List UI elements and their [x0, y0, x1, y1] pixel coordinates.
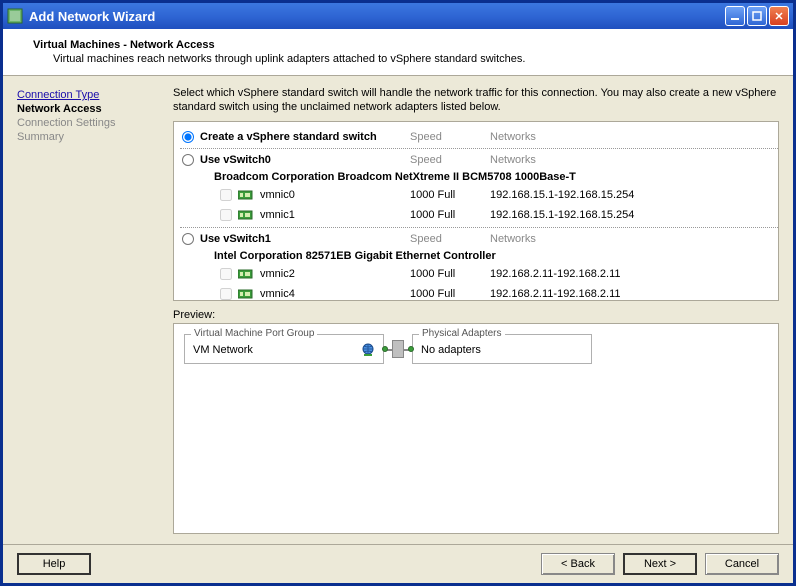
physical-adapters-box: Physical Adapters No adapters	[412, 334, 592, 364]
wizard-body: Connection Type Network Access Connectio…	[3, 76, 793, 544]
nic-checkbox[interactable]	[220, 268, 232, 280]
radio-create-switch[interactable]	[182, 131, 194, 143]
nav-step-network-access: Network Access	[17, 102, 163, 116]
nic-name: vmnic4	[260, 288, 410, 300]
app-icon	[7, 8, 23, 24]
preview-diagram: Virtual Machine Port Group VM Network P	[184, 334, 768, 364]
wizard-window: Add Network Wizard Virtual Machines - Ne…	[0, 0, 796, 586]
wizard-footer: Help < Back Next > Cancel	[3, 544, 793, 583]
window-title: Add Network Wizard	[29, 9, 725, 24]
nic-name: vmnic2	[260, 268, 410, 280]
adapter-group-title: Intel Corporation 82571EB Gigabit Ethern…	[214, 248, 778, 264]
nic-row: vmnic1 1000 Full 192.168.15.1-192.168.15…	[180, 205, 778, 225]
option-label: Use vSwitch0	[200, 154, 410, 166]
col-header-speed: Speed	[410, 233, 490, 245]
cancel-button[interactable]: Cancel	[705, 553, 779, 575]
divider	[180, 148, 778, 149]
nic-networks: 192.168.2.11-192.168.2.11	[490, 288, 621, 300]
nic-row: vmnic0 1000 Full 192.168.15.1-192.168.15…	[180, 185, 778, 205]
nic-row: vmnic2 1000 Full 192.168.2.11-192.168.2.…	[180, 264, 778, 284]
back-button[interactable]: < Back	[541, 553, 615, 575]
nic-checkbox[interactable]	[220, 189, 232, 201]
minimize-button[interactable]	[725, 6, 745, 26]
col-header-networks: Networks	[490, 154, 536, 166]
nic-icon	[238, 288, 254, 300]
preview-panel: Virtual Machine Port Group VM Network P	[173, 323, 779, 534]
col-header-networks: Networks	[490, 233, 536, 245]
globe-icon	[361, 343, 375, 357]
nic-speed: 1000 Full	[410, 189, 490, 201]
nic-icon	[238, 268, 254, 280]
divider	[180, 227, 778, 228]
option-label: Use vSwitch1	[200, 233, 410, 245]
nav-step-connection-settings: Connection Settings	[17, 116, 163, 130]
radio-use-vswitch1[interactable]	[182, 233, 194, 245]
help-button[interactable]: Help	[17, 553, 91, 575]
switch-selection-panel[interactable]: Create a vSphere standard switch Speed N…	[173, 121, 779, 301]
close-button[interactable]	[769, 6, 789, 26]
nic-networks: 192.168.15.1-192.168.15.254	[490, 209, 634, 221]
nic-speed: 1000 Full	[410, 288, 490, 300]
option-label: Create a vSphere standard switch	[200, 131, 410, 143]
option-use-vswitch1[interactable]: Use vSwitch1 Speed Networks	[180, 230, 778, 248]
page-subtitle: Virtual machines reach networks through …	[53, 53, 763, 65]
nic-networks: 192.168.15.1-192.168.15.254	[490, 189, 634, 201]
vm-port-group-box: Virtual Machine Port Group VM Network	[184, 334, 384, 364]
adapter-group-title: Broadcom Corporation Broadcom NetXtreme …	[214, 169, 778, 185]
option-create-switch[interactable]: Create a vSphere standard switch Speed N…	[180, 128, 778, 146]
nav-step-connection-type[interactable]: Connection Type	[17, 88, 163, 102]
nic-name: vmnic0	[260, 189, 410, 201]
window-buttons	[725, 6, 789, 26]
col-header-networks: Networks	[490, 131, 536, 143]
nic-icon	[238, 209, 254, 221]
wizard-header: Virtual Machines - Network Access Virtua…	[3, 29, 793, 76]
instruction-text: Select which vSphere standard switch wil…	[173, 86, 779, 115]
nic-row: vmnic4 1000 Full 192.168.2.11-192.168.2.…	[180, 284, 778, 301]
nav-step-summary: Summary	[17, 130, 163, 144]
option-use-vswitch0[interactable]: Use vSwitch0 Speed Networks	[180, 151, 778, 169]
vmpg-legend: Virtual Machine Port Group	[191, 328, 317, 339]
col-header-speed: Speed	[410, 131, 490, 143]
nic-speed: 1000 Full	[410, 268, 490, 280]
nic-checkbox[interactable]	[220, 209, 232, 221]
nic-icon	[238, 189, 254, 201]
main-content: Select which vSphere standard switch wil…	[173, 86, 779, 534]
col-header-speed: Speed	[410, 154, 490, 166]
connection-line	[384, 334, 412, 364]
page-title: Virtual Machines - Network Access	[33, 39, 763, 51]
maximize-button[interactable]	[747, 6, 767, 26]
nic-checkbox[interactable]	[220, 288, 232, 300]
pa-value: No adapters	[421, 344, 481, 356]
nic-name: vmnic1	[260, 209, 410, 221]
preview-label: Preview:	[173, 309, 779, 321]
nic-speed: 1000 Full	[410, 209, 490, 221]
next-button[interactable]: Next >	[623, 553, 697, 575]
radio-use-vswitch0[interactable]	[182, 154, 194, 166]
nic-networks: 192.168.2.11-192.168.2.11	[490, 268, 621, 280]
pa-legend: Physical Adapters	[419, 328, 505, 339]
wizard-steps-nav: Connection Type Network Access Connectio…	[17, 86, 163, 534]
titlebar: Add Network Wizard	[3, 3, 793, 29]
vmpg-value: VM Network	[193, 344, 253, 356]
